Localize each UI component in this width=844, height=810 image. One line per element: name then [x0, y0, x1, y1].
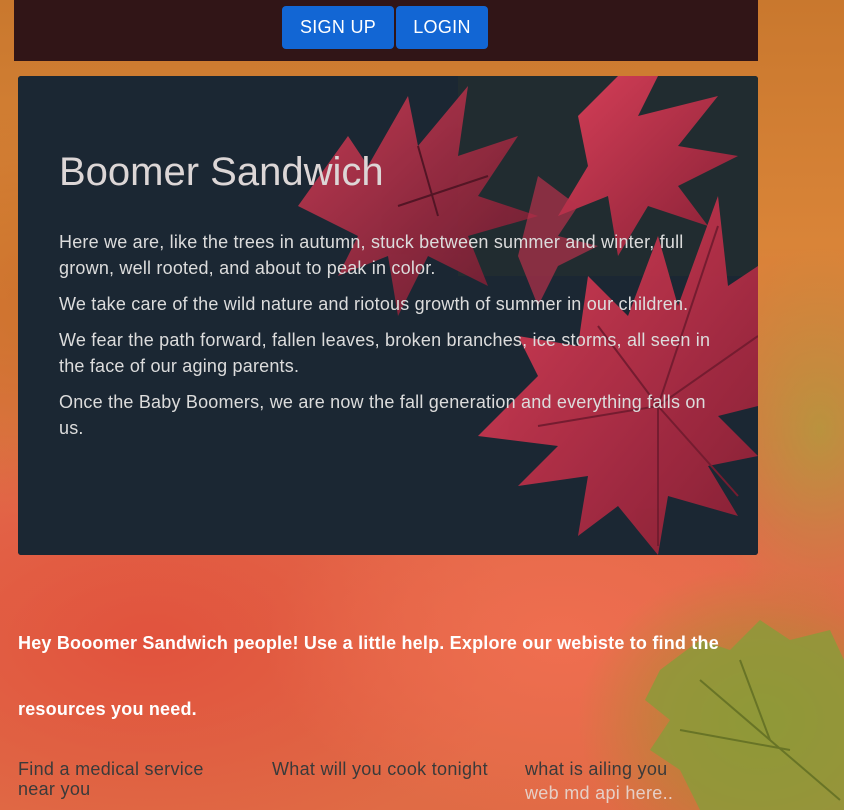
hero-jumbotron: Boomer Sandwich Here we are, like the tr… — [18, 76, 758, 555]
ailing-you-label: what is ailing you — [525, 759, 668, 779]
auth-button-group: SIGN UP LOGIN — [282, 6, 488, 49]
medical-service-label: Find a medical service near you — [18, 759, 204, 799]
hero-paragraph-3: We fear the path forward, fallen leaves,… — [59, 330, 711, 376]
hero-paragraph-1: Here we are, like the trees in autumn, s… — [59, 232, 684, 278]
hero-content: Boomer Sandwich Here we are, like the tr… — [59, 150, 729, 451]
ailing-you-link[interactable]: what is ailing you web md api here.. — [525, 759, 745, 803]
login-button[interactable]: LOGIN — [396, 6, 488, 49]
cook-tonight-label: What will you cook tonight — [272, 759, 488, 779]
signup-button[interactable]: SIGN UP — [282, 6, 394, 49]
hero-paragraph-4: Once the Baby Boomers, we are now the fa… — [59, 392, 706, 438]
tagline-text: Hey Booomer Sandwich people! Use a littl… — [18, 633, 719, 719]
hero-paragraph-2: We take care of the wild nature and riot… — [59, 294, 689, 314]
web-md-api-note: web md api here.. — [525, 783, 674, 803]
top-nav-bar: SIGN UP LOGIN — [14, 0, 758, 61]
cook-tonight-link[interactable]: What will you cook tonight — [272, 759, 492, 779]
medical-service-link[interactable]: Find a medical service near you — [18, 759, 238, 799]
hero-title: Boomer Sandwich — [59, 150, 384, 194]
